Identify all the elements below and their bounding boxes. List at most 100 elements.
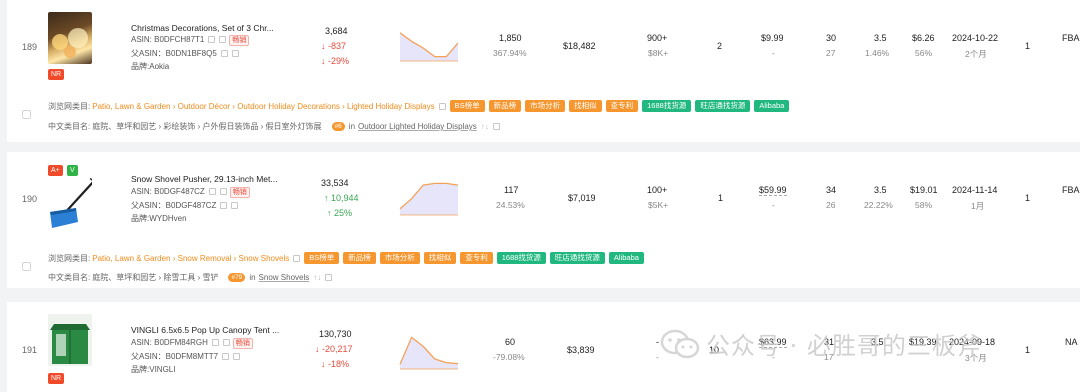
tag-alibaba[interactable]: Alibaba [754,100,790,112]
sort-arrows-icon[interactable]: ↑↓ [313,273,321,282]
external-link-icon[interactable] [492,123,500,130]
browse-category-path[interactable]: Patio, Lawn & Garden › Outdoor Décor › O… [92,102,434,111]
tag-market-analysis[interactable]: 市场分析 [525,100,566,112]
asin-value[interactable]: B0DFM84RGH [154,338,208,347]
launch-age: 1月 [971,201,985,211]
product-card-189: 189 NR Christmas Decorations, Set of 3 C… [7,0,1080,142]
rank-category-link[interactable]: Outdoor Lighted Holiday Displays [358,122,477,131]
tag-wangdian-source[interactable]: 旺店通找货源 [695,100,751,112]
tag-bs-list[interactable]: BS榜单 [449,100,485,112]
asin-line: ASIN: B0DGF487CZ 畅销 [131,187,250,198]
tag-alibaba[interactable]: Alibaba [608,252,644,264]
copy-icon[interactable] [220,50,228,57]
parent-asin-value[interactable]: B0DGF487CZ [166,201,217,210]
link-icon[interactable] [222,339,230,346]
sales-growth: -79.08% [493,352,525,362]
copy-icon[interactable] [222,353,230,360]
wechat-watermark: 公众号 · 必胜哥的三板斧 [660,326,982,361]
tag-1688-source[interactable]: 1688找货源 [496,252,546,264]
col-a-value: 34 [826,185,837,195]
bsr-change: ↓ -837 [321,41,347,51]
fulfillment: FBA [1062,33,1080,43]
link-icon[interactable] [231,202,239,209]
brand-value[interactable]: WYDHven [149,214,186,223]
copy-icon[interactable] [220,202,228,209]
tag-1688-source[interactable]: 1688找货源 [642,100,692,112]
product-image[interactable] [48,314,92,366]
tag-new-list[interactable]: 新品榜 [343,252,376,264]
tag-bs-list[interactable]: BS榜单 [304,252,340,264]
tag-market-analysis[interactable]: 市场分析 [379,252,420,264]
product-title[interactable]: Christmas Decorations, Set of 3 Chr... [131,23,274,33]
sort-arrows-icon[interactable]: ↑↓ [481,122,489,131]
browse-category-line: 浏览网类目: Patio, Lawn & Garden › Outdoor Dé… [48,100,790,112]
rating-sub: 22.22% [864,200,893,210]
rank-category-link[interactable]: Snow Shovels [259,273,310,282]
snow-shovel-icon [50,178,92,228]
sellers-count: 1 [1025,193,1031,203]
reviews-value: 100+ [647,185,668,195]
row-checkbox[interactable] [22,262,31,271]
sales-trend-sparkline [399,336,459,370]
link-icon[interactable] [219,36,227,43]
browse-category-path[interactable]: Patio, Lawn & Garden › Snow Removal › Sn… [92,254,289,263]
external-link-icon[interactable] [438,102,446,110]
tag-wangdian-source[interactable]: 旺店通找货源 [549,252,605,264]
sparkline-area [400,32,458,61]
link-icon[interactable] [219,188,227,195]
tag-find-similar[interactable]: 找相似 [423,252,457,264]
product-title[interactable]: VINGLI 6.5x6.5 Pop Up Canopy Tent ... [131,325,279,335]
row-checkbox[interactable] [22,110,31,119]
asin-value[interactable]: B0DFCH87T1 [154,35,204,44]
revenue-value: $7,019 [568,193,596,203]
parent-asin-value[interactable]: B0DFM8MTT7 [166,352,218,361]
fee-value: $6.26 [912,33,935,43]
asin-line: ASIN: B0DFCH87T1 畅销 [131,35,250,46]
tag-patent-check[interactable]: 查专利 [460,252,493,264]
brand-value[interactable]: Aokia [149,62,169,71]
sellers-count: 1 [1025,41,1031,51]
cn-category-line: 中文类目名: 庭院、草坪和园艺 › 彩绘装饰 › 户外假日装饰品 › 假日室外灯… [48,121,500,132]
parent-asin-value[interactable]: B0DN1BF8Q5 [166,49,217,58]
price-sub: - [772,48,775,58]
tag-find-similar[interactable]: 找相似 [569,100,602,112]
sparkline-area [400,183,458,215]
sales-value: 1,850 [499,33,522,43]
external-link-icon[interactable] [325,274,333,281]
rating-sub: 1.46% [865,48,890,58]
fulfillment: NA [1065,337,1078,347]
copy-icon[interactable] [208,36,216,43]
bsr-change: ↓ -20,217 [315,344,353,354]
product-card-190: 190 A+ V Snow Shovel Pusher, 29.13-inch … [7,152,1080,288]
product-image[interactable] [48,12,92,64]
rank-number: 189 [22,42,38,52]
cn-category-path: 庭院、草坪和园艺 › 彩绘装饰 › 户外假日装饰品 › 假日室外灯饰展 [92,122,322,131]
copy-icon[interactable] [211,339,219,346]
a-plus-badge: A+ [48,165,63,176]
rating-value: 3.5 [874,185,887,195]
fee-value: $19.01 [910,185,938,195]
fulfillment: FBA [1062,185,1080,195]
sales-trend-sparkline [399,32,459,62]
brand-value[interactable]: VINGLI [149,365,175,374]
parent-asin-line: 父ASIN：B0DGF487CZ [131,200,239,211]
link-icon[interactable] [233,353,241,360]
copy-icon[interactable] [208,188,216,195]
canopy-tent-icon [50,324,90,364]
tag-new-list[interactable]: 新品榜 [488,100,522,112]
external-link-icon[interactable] [293,254,301,262]
product-image[interactable] [48,178,92,230]
christmas-jars-icon [52,28,88,58]
tag-patent-check[interactable]: 查专利 [605,100,639,112]
link-icon[interactable] [231,50,239,57]
cn-category-path: 庭院、草坪和园艺 › 除雪工具 › 雪铲 [92,273,219,282]
category-rank-pill: #6 [331,122,345,131]
new-release-badge: NR [48,69,65,80]
asin-value[interactable]: B0DGF487CZ [154,187,205,196]
parent-asin-line: 父ASIN：B0DFM8MTT7 [131,351,241,362]
product-title[interactable]: Snow Shovel Pusher, 29.13-inch Met... [131,174,277,184]
rank-number: 191 [22,345,38,355]
reviews-value: 900+ [647,33,668,43]
brand-line: 品牌:WYDHven [131,214,187,223]
reviews-value: - [656,337,659,347]
